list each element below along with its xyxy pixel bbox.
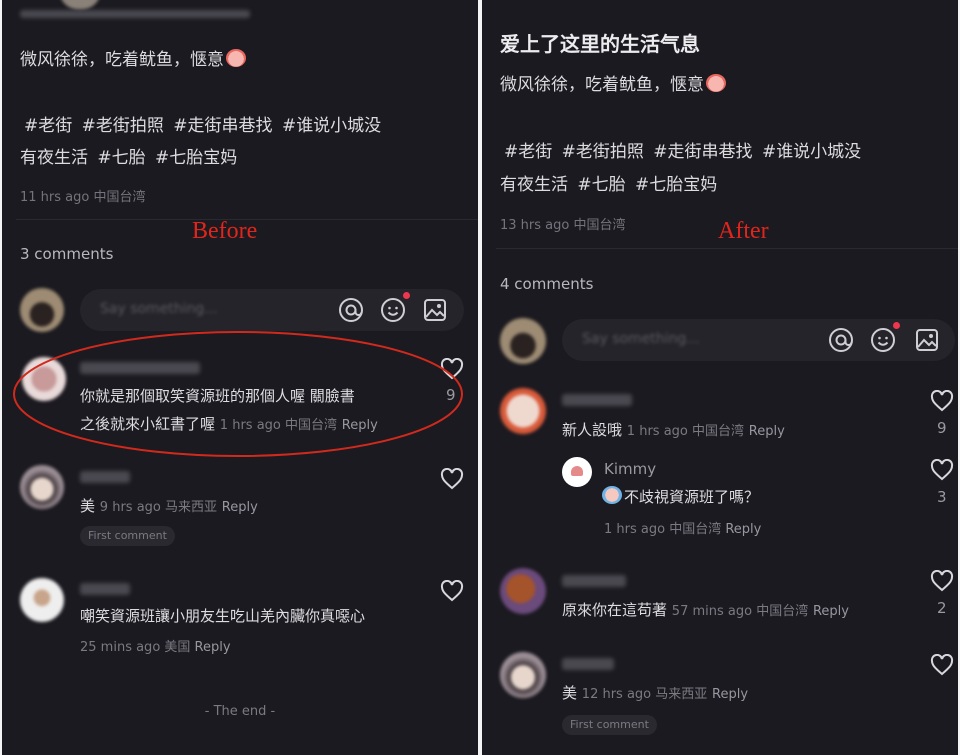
first-comment-badge: First comment [80,526,175,546]
at-icon[interactable] [338,297,364,323]
post-title-blurred [20,10,250,18]
commenter-avatar[interactable] [20,465,64,509]
post-hashtags[interactable]: 有夜生活 #七胎 #七胎宝妈 [20,143,237,168]
commenter-name-blurred[interactable] [80,583,130,595]
reply-button[interactable]: Reply [749,424,785,439]
before-label: Before [192,218,258,244]
emoji-icon[interactable] [870,327,896,353]
commenter-name-blurred[interactable] [562,658,614,670]
post-description: 微风徐徐，吃着鱿鱼，惬意 [20,45,246,70]
heart-icon[interactable] [930,570,954,592]
first-comment-badge: First comment [562,715,657,735]
reply-username[interactable]: Kimmy [604,460,656,478]
comment-text: 美 12 hrs ago 马来西亚 Reply [562,684,749,702]
heart-icon[interactable] [930,390,954,412]
post-meta: 11 hrs ago 中国台湾 [20,190,146,205]
watermelon-icon [571,466,583,476]
user-avatar [500,318,546,364]
comment-input[interactable]: Say something... [80,289,464,331]
comment-meta: 25 mins ago 美国 Reply [80,640,231,655]
commenter-avatar[interactable] [20,578,64,622]
before-panel: 微风徐徐，吃着鱿鱼，惬意 #老街 #老街拍照 #走街串巷找 #谁说小城没 有夜生… [2,0,478,755]
user-avatar [20,288,64,332]
end-of-list: - The end - [204,704,276,719]
post-hashtags[interactable]: 有夜生活 #七胎 #七胎宝妈 [500,170,717,195]
commenter-name-blurred[interactable] [80,471,130,483]
image-icon[interactable] [914,327,940,353]
post-description: 微风徐徐，吃着鱿鱼，惬意 [500,70,726,95]
like-count: 9 [937,419,947,437]
emoji-icon[interactable] [380,297,406,323]
commenter-name-blurred[interactable] [562,575,626,587]
peach-emoji-icon [226,49,246,67]
comment-text: 美 9 hrs ago 马来西亚 Reply [80,497,258,515]
commenter-name-blurred[interactable] [562,394,632,406]
notification-dot [403,292,410,299]
after-label: After [718,218,769,244]
heart-icon[interactable] [440,468,464,490]
post-hashtags[interactable]: #老街 #老街拍照 #走街串巷找 #谁说小城没 [24,111,381,136]
reply-button[interactable]: Reply [195,640,231,655]
heart-icon[interactable] [440,580,464,602]
red-highlight-ellipse [13,331,463,457]
comments-count: 3 comments [20,245,114,263]
heart-icon[interactable] [930,654,954,676]
comment-text: 新人設哦 1 hrs ago 中国台湾 Reply [562,421,785,439]
post-title: 爱上了这里的生活气息 [500,32,700,56]
reply-button[interactable]: Reply [712,687,748,702]
commenter-avatar[interactable] [500,568,546,614]
reply-button[interactable]: Reply [813,604,849,619]
peach-emoji-icon [706,74,726,92]
reply-text: 不歧視資源班了嗎？ [602,486,759,507]
at-icon[interactable] [828,327,854,353]
post-hashtags[interactable]: #老街 #老街拍照 #走街串巷找 #谁说小城没 [504,137,861,162]
like-count: 3 [937,488,947,506]
commenter-avatar[interactable] [500,388,546,434]
comment-text: 嘲笑資源班讓小朋友生吃山羌內臟你真噁心 [80,607,366,625]
divider [496,248,958,249]
crying-emoji-icon [602,486,622,504]
reply-meta: 1 hrs ago 中国台湾 Reply [604,522,762,537]
reply-button[interactable]: Reply [222,500,258,515]
comment-text: 原來你在這苟著 57 mins ago 中国台湾 Reply [562,601,849,619]
commenter-avatar[interactable] [500,652,546,698]
heart-icon[interactable] [930,459,954,481]
reply-button[interactable]: Reply [725,522,761,537]
comment-input[interactable]: Say something... [562,319,955,361]
kimmy-avatar[interactable] [562,457,592,487]
author-avatar[interactable] [60,0,100,10]
post-meta: 13 hrs ago 中国台湾 [500,218,626,233]
like-count: 2 [937,599,947,617]
after-panel: 爱上了这里的生活气息 微风徐徐，吃着鱿鱼，惬意 #老街 #老街拍照 #走街串巷找… [482,0,958,755]
image-icon[interactable] [422,297,448,323]
comments-count: 4 comments [500,275,594,293]
notification-dot [893,322,900,329]
